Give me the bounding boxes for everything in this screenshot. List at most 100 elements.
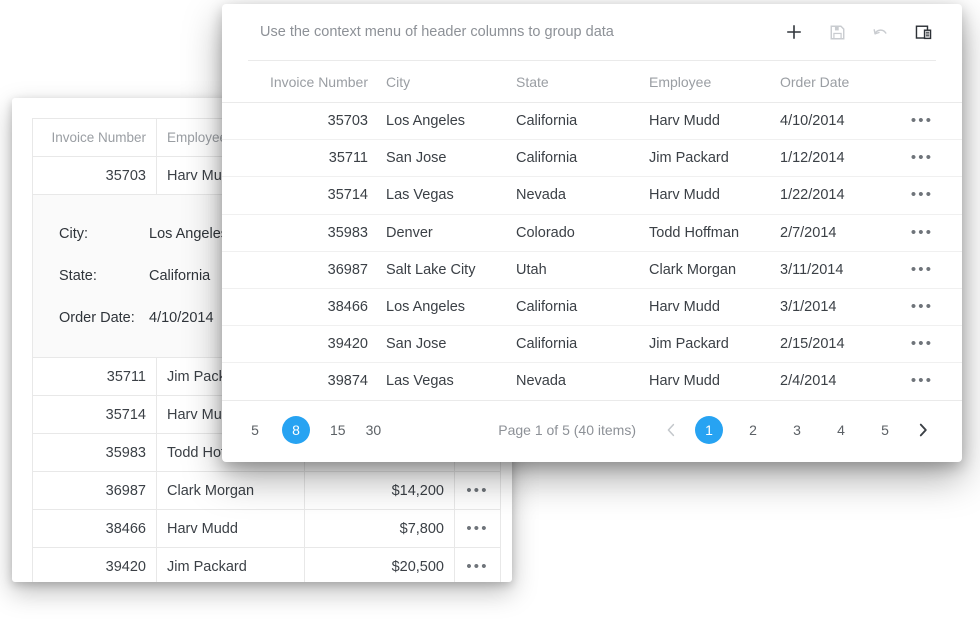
cell-invoice-number: 35703 (33, 157, 157, 195)
cell-city: San Jose (386, 336, 516, 352)
add-icon (785, 23, 803, 41)
table-row[interactable]: 39874 Las Vegas Nevada Harv Mudd 2/4/201… (222, 363, 962, 400)
row-menu-button[interactable]: ••• (455, 548, 501, 582)
page-button-2[interactable]: 2 (739, 416, 767, 444)
invoices-table: Invoice Number City State Employee Order… (222, 61, 962, 401)
table-row[interactable]: 35711 San Jose California Jim Packard 1/… (222, 140, 962, 177)
table-row[interactable]: 39420 Jim Packard $20,500 ••• (33, 548, 502, 582)
ellipsis-icon: ••• (466, 521, 488, 536)
page-size-option-8[interactable]: 8 (282, 416, 310, 444)
cell-invoice-number: 38466 (248, 299, 386, 315)
page-button-1[interactable]: 1 (695, 416, 723, 444)
cell-invoice-number: 39874 (248, 373, 386, 389)
page-button-5[interactable]: 5 (871, 416, 899, 444)
cell-order-date: 3/11/2014 (780, 262, 908, 278)
page-size-selector: 5 8 15 30 (248, 416, 381, 444)
undo-button[interactable] (867, 19, 893, 45)
pager-info-text: Page 1 of 5 (40 items) (498, 422, 636, 438)
cell-employee: Harv Mudd (649, 299, 780, 315)
table-row[interactable]: 38466 Harv Mudd $7,800 ••• (33, 510, 502, 548)
cell-city: San Jose (386, 150, 516, 166)
add-button[interactable] (781, 19, 807, 45)
row-menu-button[interactable]: ••• (908, 187, 936, 203)
cell-employee: Jim Packard (649, 336, 780, 352)
cell-employee: Jim Packard (157, 548, 305, 582)
row-menu-button[interactable]: ••• (908, 336, 936, 352)
cell-employee: Harv Mudd (649, 373, 780, 389)
row-menu-button[interactable]: ••• (908, 373, 936, 389)
cell-invoice-number: 35714 (248, 187, 386, 203)
cell-state: California (516, 113, 649, 129)
column-header-city[interactable]: City (386, 74, 516, 90)
table-row[interactable]: 39420 San Jose California Jim Packard 2/… (222, 326, 962, 363)
column-header-employee[interactable]: Employee (649, 74, 780, 90)
page-size-option-15[interactable]: 15 (330, 422, 346, 438)
column-header-invoice-number[interactable]: Invoice Number (248, 74, 386, 90)
row-menu-button[interactable]: ••• (908, 262, 936, 278)
cell-city: Las Vegas (386, 187, 516, 203)
page-size-option-30[interactable]: 30 (366, 422, 382, 438)
cell-invoice-number: 35711 (33, 358, 157, 396)
ellipsis-icon: ••• (911, 225, 933, 241)
ellipsis-icon: ••• (911, 187, 933, 203)
cell-invoice-number: 39420 (33, 548, 157, 582)
table-row[interactable]: 35714 Las Vegas Nevada Harv Mudd 1/22/20… (222, 177, 962, 214)
ellipsis-icon: ••• (911, 336, 933, 352)
page-size-option-5[interactable]: 5 (248, 422, 262, 438)
row-menu-button[interactable]: ••• (455, 510, 501, 548)
column-header-order-date[interactable]: Order Date (780, 74, 908, 90)
save-icon (829, 24, 846, 41)
cell-city: Salt Lake City (386, 262, 516, 278)
cell-state: Utah (516, 262, 649, 278)
cell-state: Nevada (516, 187, 649, 203)
ellipsis-icon: ••• (911, 113, 933, 129)
row-menu-button[interactable]: ••• (908, 150, 936, 166)
prev-page-button[interactable] (658, 417, 684, 443)
ellipsis-icon: ••• (466, 559, 488, 574)
cell-order-date: 1/12/2014 (780, 150, 908, 166)
cell-order-date: 2/4/2014 (780, 373, 908, 389)
table-row[interactable]: 36987 Clark Morgan $14,200 ••• (33, 472, 502, 510)
cell-city: Las Vegas (386, 373, 516, 389)
row-menu-button[interactable]: ••• (908, 225, 936, 241)
column-chooser-button[interactable] (910, 19, 936, 45)
row-menu-button[interactable]: ••• (908, 299, 936, 315)
cell-employee: Jim Packard (649, 150, 780, 166)
cell-state: California (516, 150, 649, 166)
cell-invoice-number: 35983 (248, 225, 386, 241)
cell-invoice-number: 35714 (33, 396, 157, 434)
cell-employee: Todd Hoffman (649, 225, 780, 241)
table-header-row: Invoice Number City State Employee Order… (222, 61, 962, 103)
row-menu-button[interactable]: ••• (455, 472, 501, 510)
pager-navigation: Page 1 of 5 (40 items) 1 2 3 4 5 (498, 416, 936, 444)
column-header-state[interactable]: State (516, 74, 649, 90)
detail-label-order-date: Order Date: (59, 310, 149, 326)
cell-employee: Clark Morgan (157, 472, 305, 510)
table-row[interactable]: 38466 Los Angeles California Harv Mudd 3… (222, 289, 962, 326)
next-page-button[interactable] (910, 417, 936, 443)
cell-invoice-number: 35703 (248, 113, 386, 129)
cell-invoice-number: 38466 (33, 510, 157, 548)
detail-value-city: Los Angeles (149, 226, 228, 242)
page-button-4[interactable]: 4 (827, 416, 855, 444)
cell-city: Los Angeles (386, 113, 516, 129)
cell-order-date: 3/1/2014 (780, 299, 908, 315)
foreground-grid-card: Use the context menu of header columns t… (222, 4, 962, 462)
undo-icon (871, 23, 890, 42)
cell-employee: Clark Morgan (649, 262, 780, 278)
detail-value-state: California (149, 268, 210, 284)
toolbar-buttons (781, 19, 936, 45)
table-row[interactable]: 36987 Salt Lake City Utah Clark Morgan 3… (222, 252, 962, 289)
cell-city: Los Angeles (386, 299, 516, 315)
cell-state: Colorado (516, 225, 649, 241)
cell-employee: Harv Mudd (649, 187, 780, 203)
chevron-left-icon (664, 422, 678, 438)
column-chooser-icon (914, 23, 933, 42)
save-button[interactable] (824, 19, 850, 45)
page-button-3[interactable]: 3 (783, 416, 811, 444)
row-menu-button[interactable]: ••• (908, 113, 936, 129)
table-row[interactable]: 35983 Denver Colorado Todd Hoffman 2/7/2… (222, 215, 962, 252)
table-row[interactable]: 35703 Los Angeles California Harv Mudd 4… (222, 103, 962, 140)
background-column-header-invoice-number[interactable]: Invoice Number (33, 119, 157, 157)
cell-invoice-number: 35711 (248, 150, 386, 166)
